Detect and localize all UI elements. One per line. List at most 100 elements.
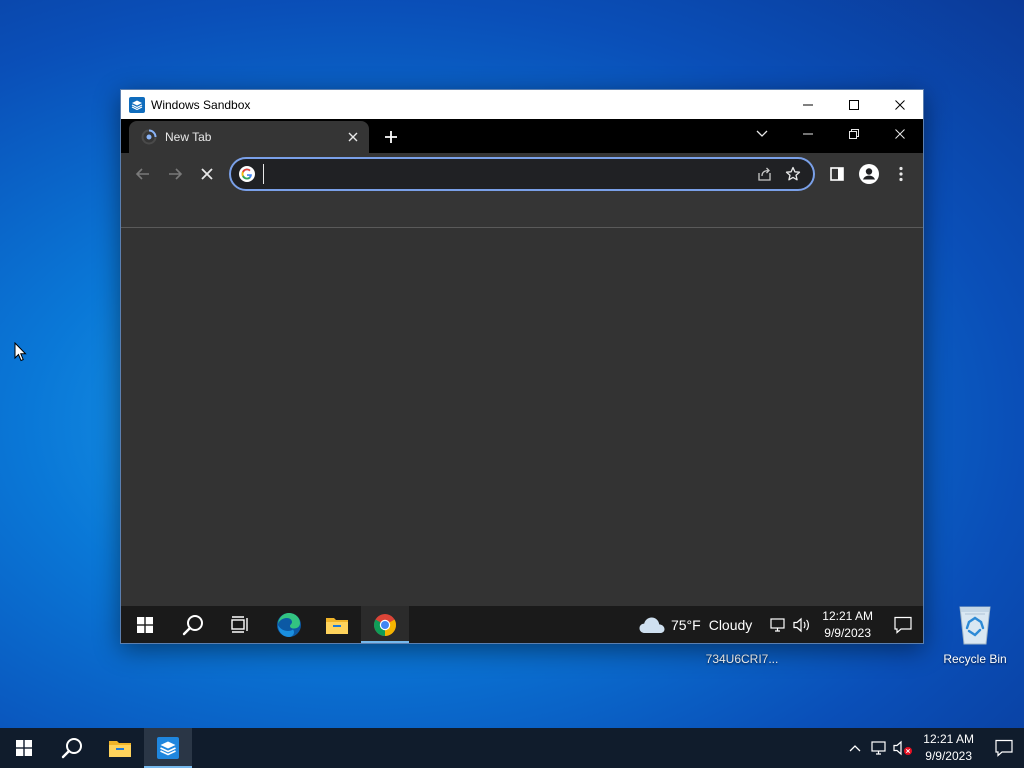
close-icon: [348, 132, 358, 142]
host-file-explorer-button[interactable]: [96, 728, 144, 768]
weather-temperature: 75°F: [670, 616, 701, 633]
clock-time: 12:21 AM: [822, 608, 873, 623]
maximize-icon: [849, 99, 859, 110]
minimize-icon: [803, 133, 813, 135]
task-view-icon: [231, 615, 248, 633]
new-tab-button[interactable]: [379, 125, 403, 149]
chrome-icon: [374, 613, 396, 636]
page-content[interactable]: [121, 228, 923, 606]
restore-icon: [849, 129, 859, 139]
tab-close-button[interactable]: [345, 129, 361, 145]
loading-favicon-icon: [141, 129, 157, 145]
stop-loading-button[interactable]: [193, 160, 221, 188]
google-icon: [239, 166, 255, 182]
chrome-restore-button[interactable]: [831, 119, 877, 149]
close-icon: [895, 99, 905, 110]
clock-date: 9/9/2023: [824, 625, 871, 640]
system-clock[interactable]: 12:21 AM 9/9/2023: [822, 608, 873, 642]
sandbox-titlebar[interactable]: Windows Sandbox: [121, 90, 923, 119]
address-input[interactable]: [263, 164, 733, 184]
volume-tray-button[interactable]: [790, 613, 814, 637]
windows-start-icon: [137, 616, 153, 633]
maximize-button[interactable]: [831, 90, 877, 119]
network-tray-button[interactable]: [766, 613, 790, 637]
recycle-bin-desktop-icon[interactable]: Recycle Bin: [938, 600, 1012, 666]
task-view-button[interactable]: [217, 606, 265, 643]
host-network-button[interactable]: [867, 736, 891, 760]
sandbox-title: Windows Sandbox: [151, 97, 251, 112]
cloud-icon: [639, 617, 665, 633]
host-taskbar: 12:21 AM 9/9/2023: [0, 728, 1024, 768]
side-panel-icon: [830, 167, 844, 181]
volume-muted-icon: [893, 740, 913, 756]
network-icon: [770, 617, 785, 632]
chrome-taskbar-button[interactable]: [361, 606, 409, 643]
weather-condition: Cloudy: [708, 616, 753, 633]
sandbox-icon: [157, 737, 179, 759]
recycle-bin-label: Recycle Bin: [943, 652, 1007, 666]
browser-toolbar: [121, 153, 923, 195]
star-icon: [785, 166, 801, 181]
arrow-right-icon: [169, 168, 183, 180]
desktop-icon-label[interactable]: 734U6CRI7...: [700, 652, 784, 666]
tab-new-tab[interactable]: New Tab: [129, 121, 369, 153]
notification-icon: [894, 616, 912, 634]
chrome-close-button[interactable]: [877, 119, 923, 149]
host-clock-date: 9/9/2023: [925, 749, 972, 763]
sandbox-icon: [129, 96, 145, 113]
windows-start-icon: [16, 740, 32, 756]
host-action-center-button[interactable]: [984, 730, 1024, 767]
host-sandbox-button[interactable]: [144, 728, 192, 768]
notification-icon: [995, 739, 1013, 757]
search-icon: [61, 738, 82, 759]
more-vertical-icon: [899, 166, 903, 182]
host-search-button[interactable]: [48, 728, 96, 768]
chrome-window: New Tab: [121, 119, 923, 606]
edge-icon: [277, 612, 301, 637]
chevron-up-icon: [849, 745, 861, 752]
profile-button[interactable]: [855, 160, 883, 188]
minimize-button[interactable]: [785, 90, 831, 119]
forward-button[interactable]: [161, 160, 189, 188]
edge-taskbar-button[interactable]: [265, 606, 313, 643]
share-button[interactable]: [751, 160, 779, 188]
arrow-left-icon: [135, 168, 149, 180]
address-bar[interactable]: [229, 157, 815, 191]
chevron-down-icon: [756, 130, 768, 137]
host-system-clock[interactable]: 12:21 AM 9/9/2023: [923, 731, 974, 765]
file-explorer-icon: [326, 617, 348, 634]
file-explorer-icon: [109, 741, 131, 757]
search-icon: [182, 614, 203, 635]
close-button[interactable]: [877, 90, 923, 119]
close-icon: [895, 129, 905, 139]
tab-title: New Tab: [165, 130, 212, 144]
share-icon: [758, 167, 771, 181]
chrome-menu-button[interactable]: [887, 160, 915, 188]
bookmarks-bar-area: [121, 195, 923, 228]
recycle-bin-icon: [959, 606, 991, 645]
bookmark-star-button[interactable]: [779, 160, 807, 188]
avatar-icon: [859, 164, 879, 184]
sandbox-window: Windows Sandbox New Tab 75°F Cloudy 12:2…: [120, 89, 924, 644]
action-center-button[interactable]: [883, 606, 923, 643]
close-icon: [201, 168, 213, 180]
show-hidden-icons-button[interactable]: [843, 736, 867, 760]
host-start-button[interactable]: [0, 728, 48, 768]
side-panel-button[interactable]: [823, 160, 851, 188]
host-clock-time: 12:21 AM: [923, 732, 974, 746]
tab-search-button[interactable]: [739, 119, 785, 149]
minimize-icon: [803, 104, 813, 105]
network-icon: [871, 741, 886, 755]
back-button[interactable]: [129, 160, 157, 188]
tab-strip: New Tab: [121, 119, 923, 153]
weather-widget[interactable]: 75°F Cloudy: [639, 616, 752, 634]
chrome-minimize-button[interactable]: [785, 119, 831, 149]
mouse-cursor-icon: [14, 342, 27, 362]
host-volume-button[interactable]: [891, 736, 915, 760]
start-button[interactable]: [121, 606, 169, 643]
volume-icon: [793, 617, 810, 632]
file-explorer-taskbar-button[interactable]: [313, 606, 361, 643]
plus-icon: [385, 131, 397, 143]
sandbox-taskbar: 75°F Cloudy 12:21 AM 9/9/2023: [121, 606, 923, 643]
search-button[interactable]: [169, 606, 217, 643]
